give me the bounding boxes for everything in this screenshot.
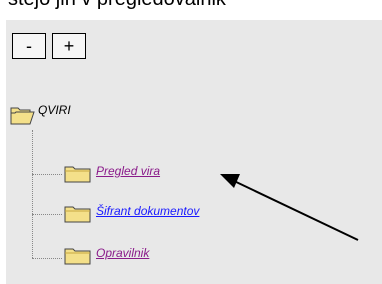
annotation-arrow-icon [220, 174, 359, 241]
